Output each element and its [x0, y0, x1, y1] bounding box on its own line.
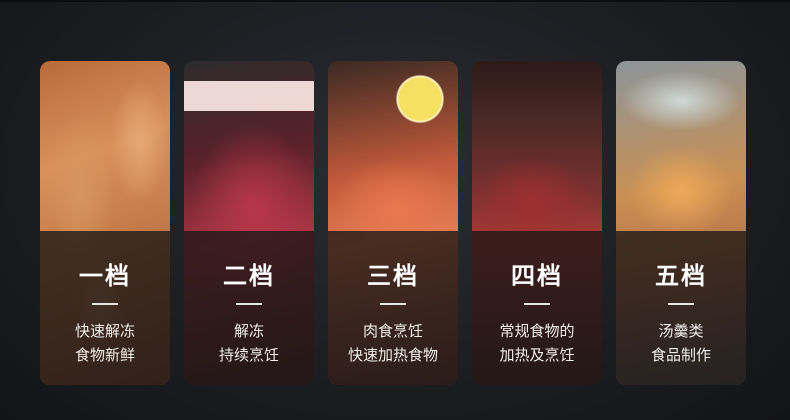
level-description: 解冻 持续烹饪	[184, 319, 314, 367]
desc-line-1: 解冻	[233, 322, 264, 340]
divider	[92, 303, 118, 305]
level-card-2: 二档 解冻 持续烹饪	[184, 61, 314, 385]
desc-line-1: 快速解冻	[74, 322, 135, 340]
level-card-4: 四档 常规食物的 加热及烹饪	[472, 61, 602, 385]
level-title: 三档	[367, 262, 419, 290]
desc-line-2: 食品制作	[650, 346, 711, 364]
power-level-cards: 一档 快速解冻 食物新鲜 二档 解冻 持续烹饪 三档 肉食烹饪 快速加热食物 四…	[40, 61, 746, 385]
level-title: 四档	[511, 262, 563, 290]
level-description: 快速解冻 食物新鲜	[40, 319, 170, 367]
level-description: 汤羹类 食品制作	[616, 319, 746, 367]
level-title: 五档	[655, 262, 707, 290]
divider	[380, 303, 406, 305]
desc-line-1: 常规食物的	[499, 322, 575, 340]
desc-line-1: 汤羹类	[658, 322, 704, 340]
divider	[236, 303, 262, 305]
level-title: 二档	[223, 262, 275, 290]
top-edge	[0, 0, 790, 2]
level-card-5: 五档 汤羹类 食品制作	[616, 61, 746, 385]
level-card-1: 一档 快速解冻 食物新鲜	[40, 61, 170, 385]
divider	[668, 303, 694, 305]
desc-line-2: 加热及烹饪	[499, 346, 575, 364]
level-title: 一档	[79, 262, 131, 290]
desc-line-1: 肉食烹饪	[362, 322, 423, 340]
desc-line-2: 快速加热食物	[347, 346, 438, 364]
desc-line-2: 食物新鲜	[74, 346, 135, 364]
level-description: 常规食物的 加热及烹饪	[472, 319, 602, 367]
desc-line-2: 持续烹饪	[218, 346, 279, 364]
level-card-3: 三档 肉食烹饪 快速加热食物	[328, 61, 458, 385]
divider	[524, 303, 550, 305]
level-description: 肉食烹饪 快速加热食物	[328, 319, 458, 367]
